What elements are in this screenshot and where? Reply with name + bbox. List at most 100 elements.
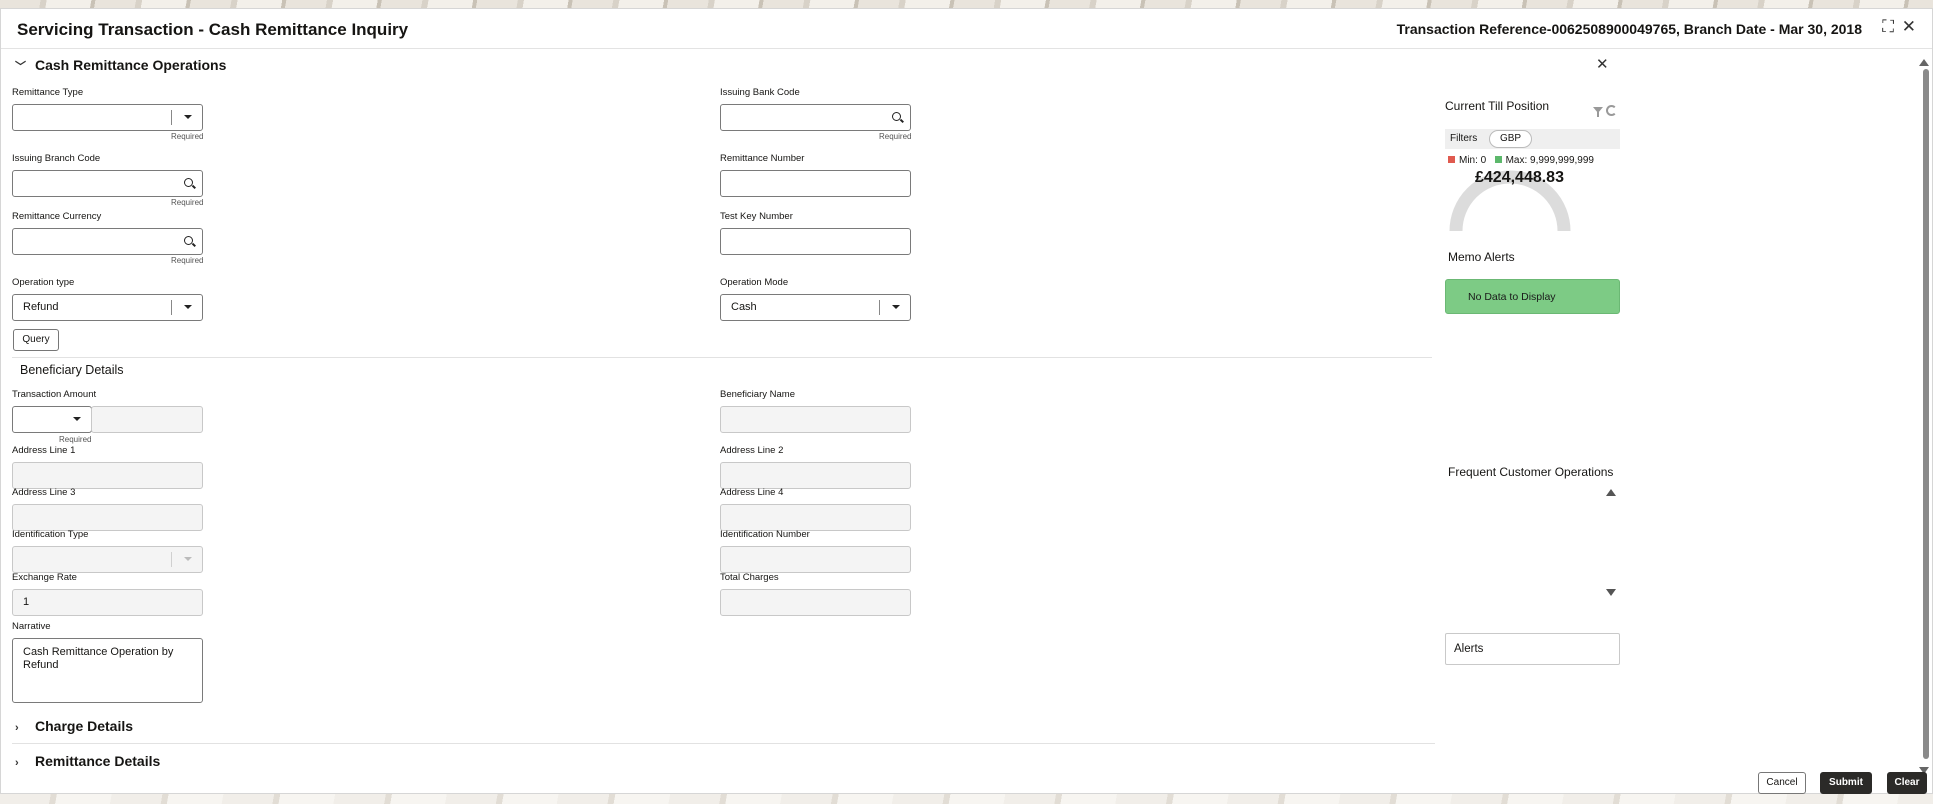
required-hint: Required: [171, 132, 204, 141]
page-title: Servicing Transaction - Cash Remittance …: [17, 20, 409, 39]
label-address-line-1: Address Line 1: [12, 445, 76, 456]
currency-filter-chip[interactable]: GBP: [1489, 130, 1532, 148]
filter-icon[interactable]: [1593, 107, 1603, 117]
scrollbar-thumb[interactable]: [1923, 69, 1929, 759]
max-legend-swatch: [1494, 156, 1502, 163]
filters-label: Filters: [1450, 133, 1478, 144]
scrollbar-up-arrow[interactable]: [1919, 59, 1929, 66]
clear-button[interactable]: Clear: [1887, 772, 1927, 794]
background-strip-top: [0, 0, 1933, 8]
close-section-icon[interactable]: ✕: [1596, 55, 1609, 73]
issuing-bank-code-input[interactable]: [720, 104, 911, 131]
transaction-amount-input[interactable]: [91, 406, 203, 433]
label-address-line-3: Address Line 3: [12, 487, 76, 498]
section-header-remittance-details[interactable]: › Remittance Details: [15, 753, 160, 769]
chevron-down-icon: [73, 417, 81, 421]
label-operation-mode: Operation Mode: [720, 277, 789, 288]
min-label: Min: 0: [1459, 155, 1487, 166]
required-hint: Required: [171, 198, 204, 207]
operation-mode-value: Cash: [731, 301, 757, 313]
label-remittance-type: Remittance Type: [12, 87, 84, 98]
identification-type-select[interactable]: [12, 546, 203, 573]
transaction-currency-select[interactable]: [12, 406, 92, 433]
section-header-charge-details[interactable]: › Charge Details: [15, 718, 133, 734]
query-button[interactable]: Query: [13, 329, 59, 351]
identification-number-input[interactable]: [720, 546, 911, 573]
section-divider: [12, 743, 1435, 744]
till-amount: £424,448.83: [1475, 169, 1564, 186]
label-identification-type: Identification Type: [12, 529, 89, 540]
issuing-branch-code-input[interactable]: [12, 170, 203, 197]
background-strip-bottom: [0, 794, 1933, 804]
chevron-down-icon: [184, 557, 192, 561]
label-beneficiary-name: Beneficiary Name: [720, 389, 795, 400]
section-header-cash-remittance[interactable]: ﹀ Cash Remittance Operations: [15, 57, 226, 74]
till-filters-bar: Filters GBP: [1445, 129, 1620, 149]
till-legend: Min: 0 Max: 9,999,999,999: [1448, 155, 1594, 166]
operation-type-select[interactable]: Refund: [12, 294, 203, 321]
remittance-number-input[interactable]: [720, 170, 911, 197]
chevron-down-icon: [184, 115, 192, 119]
label-total-charges: Total Charges: [720, 572, 779, 583]
alerts-field[interactable]: Alerts: [1445, 633, 1620, 665]
test-key-number-input[interactable]: [720, 228, 911, 255]
scroll-up-icon[interactable]: [1606, 489, 1616, 496]
section-divider: [12, 357, 1432, 358]
transaction-window: Servicing Transaction - Cash Remittance …: [0, 8, 1933, 794]
chevron-right-icon: ›: [15, 757, 19, 769]
required-hint: Required: [59, 435, 92, 444]
required-hint: Required: [171, 256, 204, 265]
operation-mode-select[interactable]: Cash: [720, 294, 911, 321]
label-narrative: Narrative: [12, 621, 51, 632]
alerts-label: Alerts: [1454, 643, 1484, 655]
beneficiary-name-input[interactable]: [720, 406, 911, 433]
operation-type-value: Refund: [23, 301, 59, 313]
min-legend-swatch: [1448, 156, 1455, 163]
label-issuing-branch-code: Issuing Branch Code: [12, 153, 101, 164]
transaction-reference: Transaction Reference-0062508900049765, …: [1396, 21, 1862, 37]
cancel-button[interactable]: Cancel: [1758, 772, 1806, 794]
beneficiary-details-title: Beneficiary Details: [20, 363, 124, 377]
dropdown-separator: [171, 552, 172, 567]
section-title: Charge Details: [35, 718, 134, 734]
submit-button[interactable]: Submit: [1820, 772, 1872, 794]
remittance-type-select[interactable]: [12, 104, 203, 131]
label-identification-number: Identification Number: [720, 529, 810, 540]
chevron-right-icon: ›: [15, 722, 19, 734]
remittance-currency-input[interactable]: [12, 228, 203, 255]
label-remittance-currency: Remittance Currency: [12, 211, 102, 222]
label-issuing-bank-code: Issuing Bank Code: [720, 87, 800, 98]
dropdown-separator: [171, 110, 172, 125]
total-charges-input[interactable]: [720, 589, 911, 616]
label-remittance-number: Remittance Number: [720, 153, 805, 164]
label-address-line-4: Address Line 4: [720, 487, 784, 498]
till-position-title: Current Till Position: [1445, 99, 1550, 113]
vertical-scrollbar[interactable]: [1919, 59, 1929, 779]
chevron-down-icon: [892, 305, 900, 309]
frequent-ops-title: Frequent Customer Operations: [1448, 465, 1614, 479]
search-icon[interactable]: [184, 236, 193, 245]
address-line-3-input[interactable]: [12, 504, 203, 531]
label-exchange-rate: Exchange Rate: [12, 572, 77, 583]
memo-alerts-title: Memo Alerts: [1448, 250, 1515, 264]
exchange-rate-value: 1: [23, 596, 30, 608]
section-title: Remittance Details: [35, 753, 161, 769]
dropdown-separator: [879, 300, 880, 315]
chevron-down-icon: [184, 305, 192, 309]
title-bar: Servicing Transaction - Cash Remittance …: [1, 9, 1932, 49]
address-line-4-input[interactable]: [720, 504, 911, 531]
label-transaction-amount: Transaction Amount: [12, 389, 97, 400]
address-line-1-input[interactable]: [12, 462, 203, 489]
close-window-icon[interactable]: ✕: [1902, 17, 1916, 37]
label-address-line-2: Address Line 2: [720, 445, 784, 456]
narrative-textarea[interactable]: Cash Remittance Operation by Refund: [12, 638, 203, 703]
address-line-2-input[interactable]: [720, 462, 911, 489]
maximize-icon[interactable]: ⛶: [1882, 17, 1894, 37]
search-icon[interactable]: [184, 178, 193, 187]
exchange-rate-input[interactable]: 1: [12, 589, 203, 616]
max-label: Max: 9,999,999,999: [1505, 155, 1594, 166]
chevron-down-icon: ﹀: [15, 61, 26, 73]
search-icon[interactable]: [892, 112, 901, 121]
refresh-icon[interactable]: [1606, 105, 1617, 116]
scroll-down-icon[interactable]: [1606, 589, 1616, 596]
